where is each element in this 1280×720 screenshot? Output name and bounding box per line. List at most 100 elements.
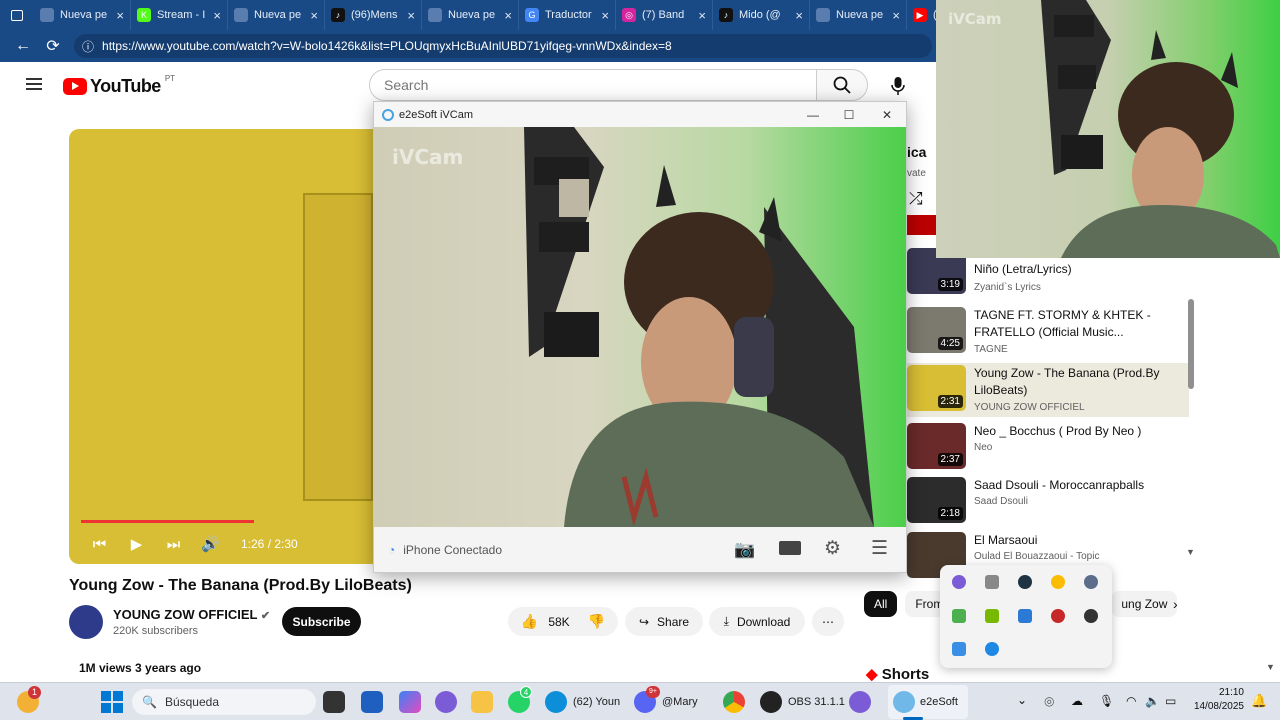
minimize-button[interactable]: — <box>794 102 832 127</box>
tray-vpn-icon[interactable] <box>1084 575 1098 589</box>
tray-app-icon[interactable] <box>952 575 966 589</box>
playlist-item-title[interactable]: El Marsaoui <box>974 532 1174 549</box>
ivcam-window-label[interactable]: e2eSoft <box>920 696 958 708</box>
scroll-down-icon[interactable]: ▼ <box>1186 547 1195 557</box>
tab-close-icon[interactable]: × <box>795 8 803 23</box>
playlist-item[interactable]: 2:37 Neo _ Bocchus ( Prod By Neo ) Neo <box>907 421 1189 475</box>
tab-3[interactable]: ♪ (96)Mens × <box>325 0 422 30</box>
obs-icon[interactable] <box>760 691 782 713</box>
tab-7[interactable]: ♪ Mido (@ × <box>713 0 810 30</box>
play-icon[interactable]: ▶ <box>118 535 155 553</box>
store-icon[interactable] <box>361 691 383 713</box>
refresh-icon[interactable]: ⟳ <box>38 36 68 56</box>
tab-close-icon[interactable]: × <box>213 8 221 23</box>
like-count[interactable]: 58K <box>548 615 569 629</box>
chip-2[interactable]: ung Zow <box>1111 591 1178 617</box>
edge-icon[interactable] <box>545 691 567 713</box>
windows-start-icon[interactable] <box>101 691 123 713</box>
menu-lines-icon[interactable]: ☰ <box>871 537 888 560</box>
playlist-scrollbar[interactable] <box>1188 299 1194 389</box>
video-progress-bar[interactable] <box>81 520 255 523</box>
tray-mic-icon[interactable]: 🎙 <box>1099 694 1114 708</box>
snapshot-icon[interactable]: 📷 <box>734 540 755 560</box>
chip-next-icon[interactable]: › <box>1173 596 1178 612</box>
tray-security-icon[interactable] <box>952 642 966 656</box>
tab-1[interactable]: K Stream - I × <box>131 0 228 30</box>
edge-window-label[interactable]: (62) Youn <box>573 696 620 708</box>
tray-bluetooth-icon[interactable] <box>985 642 999 656</box>
clock-date[interactable]: 14/08/2025 <box>1186 701 1244 712</box>
playlist-item[interactable]: 2:31 Young Zow - The Banana (Prod.By Lilo… <box>907 363 1189 417</box>
tray-overflow-chevron-icon[interactable]: ⌄ <box>1017 693 1027 707</box>
tray-nvidia-icon[interactable] <box>985 609 999 623</box>
obs-window-label[interactable]: OBS 31.1.1 <box>788 696 845 708</box>
app-icon-purple[interactable] <box>849 691 871 713</box>
ivcam-taskbar-icon[interactable] <box>893 691 915 713</box>
maximize-button[interactable]: ☐ <box>830 102 868 127</box>
tray-wifi-icon[interactable]: ◠ <box>1126 694 1136 708</box>
playlist-thumbnail[interactable]: 2:18 <box>907 477 966 523</box>
tray-ivcam-icon[interactable] <box>1018 609 1032 623</box>
subscribe-button[interactable]: Subscribe <box>282 607 361 636</box>
chip-0[interactable]: All <box>864 591 898 617</box>
url-field[interactable]: ⓘ https://www.youtube.com/watch?v=W-bolo… <box>74 34 932 58</box>
dislike-icon[interactable]: 👎 <box>588 613 605 630</box>
tab-5[interactable]: G Traductor × <box>519 0 616 30</box>
task-view-icon[interactable] <box>323 691 345 713</box>
tray-disc-icon[interactable] <box>1018 575 1032 589</box>
twitch-like-icon[interactable] <box>435 691 457 713</box>
tab-close-icon[interactable]: × <box>310 8 318 23</box>
copilot-icon[interactable] <box>399 691 421 713</box>
tray-cloud-icon[interactable]: ☁ <box>1071 694 1083 708</box>
page-scroll-down-icon[interactable]: ▼ <box>1266 662 1275 672</box>
youtube-logo[interactable]: YouTube PT <box>63 74 175 97</box>
settings-gear-icon[interactable]: ⚙ <box>824 537 841 560</box>
file-explorer-icon[interactable] <box>471 691 493 713</box>
volume-icon[interactable]: 🔊 <box>192 535 229 553</box>
tab-close-icon[interactable]: × <box>698 8 706 23</box>
channel-name[interactable]: YOUNG ZOW OFFICIEL ✔ <box>113 607 270 622</box>
chrome-icon[interactable] <box>723 691 745 713</box>
playlist-thumbnail[interactable]: 2:37 <box>907 423 966 469</box>
discord-window-label[interactable]: @Mary <box>662 696 698 708</box>
tray-volume-icon[interactable]: 🔈 <box>1145 694 1160 708</box>
playlist-item-title[interactable]: Young Zow - The Banana (Prod.By LiloBeat… <box>974 365 1174 399</box>
download-button[interactable]: ⤓ Download <box>709 607 805 636</box>
tab-4[interactable]: Nueva pe × <box>422 0 519 30</box>
record-icon[interactable] <box>779 541 801 555</box>
tab-0[interactable]: Nueva pe × <box>34 0 131 30</box>
tab-close-icon[interactable]: × <box>892 8 900 23</box>
tab-close-icon[interactable]: × <box>407 8 415 23</box>
tray-obs-icon[interactable] <box>1084 609 1098 623</box>
shuffle-icon[interactable]: ⤮ <box>909 189 923 209</box>
search-input[interactable]: Search <box>369 69 817 101</box>
site-info-icon[interactable]: ⓘ <box>82 38 94 55</box>
playlist-item[interactable]: 2:18 Saad Dsouli - Moroccanrapballs Saad D… <box>907 475 1189 529</box>
tab-close-icon[interactable]: × <box>504 8 512 23</box>
menu-icon[interactable] <box>26 78 42 90</box>
tray-gamepad-icon[interactable] <box>985 575 999 589</box>
ivcam-preview-window[interactable]: iVCam <box>936 0 1280 258</box>
voice-search-button[interactable] <box>884 72 912 100</box>
share-button[interactable]: ↪ Share <box>625 607 703 636</box>
tab-close-icon[interactable]: × <box>601 8 609 23</box>
playlist-item-title[interactable]: TAGNE FT. STORMY & KHTEK - FRATELLO (Off… <box>974 307 1174 341</box>
tab-close-icon[interactable]: × <box>116 8 124 23</box>
playlist-item[interactable]: 4:25 TAGNE FT. STORMY & KHTEK - FRATELLO … <box>907 305 1189 359</box>
tab-8[interactable]: Nueva pe × <box>810 0 907 30</box>
tray-battery-icon[interactable]: ▭ <box>1165 694 1176 708</box>
tray-chrome-icon[interactable] <box>1051 575 1065 589</box>
tab-6[interactable]: ◎ (7) Band × <box>616 0 713 30</box>
playlist-item-title[interactable]: Saad Dsouli - Moroccanrapballs <box>974 477 1174 494</box>
like-icon[interactable]: 👍 <box>521 613 538 630</box>
clock-time[interactable]: 21:10 <box>1200 687 1244 698</box>
next-icon[interactable]: ⏭ <box>155 536 192 553</box>
channel-avatar[interactable] <box>69 605 103 639</box>
tab-actions-icon[interactable] <box>0 0 34 30</box>
tray-red-icon[interactable] <box>1051 609 1065 623</box>
video-player[interactable]: ⏮ ▶ ⏭ 🔊 1:26 / 2:30 <box>69 129 373 564</box>
playlist-item-title[interactable]: Niño (Letra/Lyrics) <box>974 261 1174 278</box>
ivcam-titlebar[interactable]: e2eSoft iVCam — ☐ ✕ <box>374 102 906 127</box>
notification-bell-icon[interactable]: 🔔 <box>1251 693 1267 709</box>
close-button[interactable]: ✕ <box>868 102 906 127</box>
